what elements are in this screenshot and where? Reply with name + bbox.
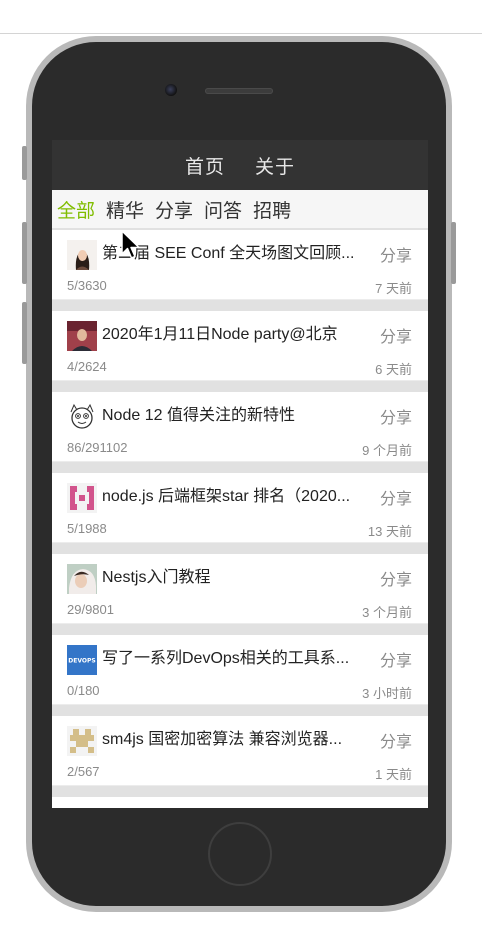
topic-tag: 分享 bbox=[379, 248, 412, 265]
avatar bbox=[67, 402, 97, 432]
tab-good[interactable]: 精华 bbox=[106, 196, 144, 223]
front-camera bbox=[165, 84, 177, 96]
last-reply-time: 6 天前 bbox=[375, 362, 412, 377]
topic-title[interactable]: node.js 后端框架star 排名（2020... bbox=[102, 487, 372, 507]
topic-tag: 分享 bbox=[379, 410, 412, 427]
home-button[interactable] bbox=[208, 822, 272, 886]
topic-item[interactable]: node.js 后端框架star 排名（2020... 分享 5/1988 13… bbox=[52, 473, 428, 543]
avatar bbox=[67, 321, 97, 351]
topic-item[interactable]: sm4js 国密加密算法 兼容浏览器... 分享 2/567 1 天前 bbox=[52, 716, 428, 786]
topic-tag: 分享 bbox=[379, 653, 412, 670]
tab-all[interactable]: 全部 bbox=[57, 196, 95, 223]
last-reply-time: 9 个月前 bbox=[362, 443, 412, 458]
reply-visit-count: 86/291102 bbox=[67, 440, 128, 455]
topic-tag: 分享 bbox=[379, 734, 412, 751]
tab-ask[interactable]: 问答 bbox=[204, 196, 242, 223]
topic-list: 第二届 SEE Conf 全天场图文回顾... 分享 5/3630 7 天前 2… bbox=[52, 230, 428, 808]
last-reply-time: 1 天前 bbox=[375, 767, 412, 782]
topic-title[interactable]: Node 12 值得关注的新特性 bbox=[102, 406, 372, 426]
tab-job[interactable]: 招聘 bbox=[253, 196, 291, 223]
tab-share[interactable]: 分享 bbox=[155, 196, 193, 223]
topic-item[interactable]: Nestjs入门教程 分享 29/9801 3 个月前 bbox=[52, 554, 428, 624]
reply-visit-count: 0/180 bbox=[67, 683, 100, 698]
phone-screen: 首页 关于 全部 精华 分享 问答 招聘 第二届 SEE Conf 全天场图文回… bbox=[52, 140, 428, 808]
avatar bbox=[67, 240, 97, 270]
mouse-cursor-icon bbox=[121, 230, 140, 259]
reply-visit-count: 2/567 bbox=[67, 764, 100, 779]
power-button bbox=[451, 222, 456, 284]
avatar bbox=[67, 483, 97, 513]
topic-item[interactable]: Node 12 值得关注的新特性 分享 86/291102 9 个月前 bbox=[52, 392, 428, 462]
topic-title[interactable]: 写了一系列DevOps相关的工具系... bbox=[102, 649, 372, 669]
topic-title[interactable]: 2020年1月11日Node party@北京 bbox=[102, 325, 372, 345]
volume-down-button bbox=[22, 302, 27, 364]
last-reply-time: 3 个月前 bbox=[362, 605, 412, 620]
earpiece-speaker bbox=[205, 88, 273, 94]
topic-tag: 分享 bbox=[379, 491, 412, 508]
topic-item[interactable]: 第二届 SEE Conf 全天场图文回顾... 分享 5/3630 7 天前 bbox=[52, 230, 428, 300]
avatar bbox=[67, 726, 97, 756]
avatar bbox=[67, 564, 97, 594]
reply-visit-count: 4/2624 bbox=[67, 359, 107, 374]
topic-title[interactable]: sm4js 国密加密算法 兼容浏览器... bbox=[102, 730, 372, 750]
browser-divider bbox=[0, 33, 482, 34]
volume-up-button bbox=[22, 222, 27, 284]
topic-item[interactable]: 招聘 bbox=[52, 797, 428, 808]
last-reply-time: 13 天前 bbox=[367, 524, 412, 539]
reply-visit-count: 29/9801 bbox=[67, 602, 114, 617]
topic-tag: 分享 bbox=[379, 329, 412, 346]
last-reply-time: 3 小时前 bbox=[362, 686, 412, 701]
devops-avatar-text: DEVOPS bbox=[68, 658, 95, 665]
avatar bbox=[67, 807, 97, 808]
topic-tag: 分享 bbox=[379, 572, 412, 589]
reply-visit-count: 5/3630 bbox=[67, 278, 107, 293]
devops-avatar: DEVOPS bbox=[67, 645, 97, 675]
nav-about-link[interactable]: 关于 bbox=[255, 152, 295, 179]
mute-switch bbox=[22, 146, 27, 180]
nav-home-link[interactable]: 首页 bbox=[185, 152, 225, 179]
reply-visit-count: 5/1988 bbox=[67, 521, 107, 536]
top-navbar: 首页 关于 bbox=[52, 140, 428, 190]
last-reply-time: 7 天前 bbox=[375, 281, 412, 296]
topic-item[interactable]: DEVOPS 写了一系列DevOps相关的工具系... 分享 0/180 3 小… bbox=[52, 635, 428, 705]
topic-item[interactable]: 2020年1月11日Node party@北京 分享 4/2624 6 天前 bbox=[52, 311, 428, 381]
topic-title[interactable]: Nestjs入门教程 bbox=[102, 568, 372, 588]
topic-tabs: 全部 精华 分享 问答 招聘 bbox=[52, 190, 428, 228]
